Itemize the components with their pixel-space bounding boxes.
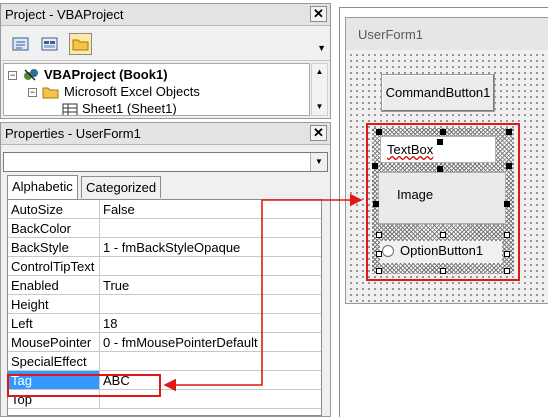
property-row-mousepointer[interactable]: MousePointer 0 - fmMousePointerDefault [8,333,321,352]
tree-label-project: VBAProject (Book1) [44,67,168,82]
toolbar-overflow-icon[interactable]: ▼ [317,43,326,53]
property-value[interactable]: 18 [103,314,117,332]
view-code-icon [12,37,29,51]
property-row-specialeffect[interactable]: SpecialEffect [8,352,321,371]
annotation-selected-controls [366,123,520,281]
view-object-icon [41,37,58,51]
property-name: Height [8,295,100,313]
collapse-icon[interactable]: − [8,71,17,80]
view-code-button[interactable] [9,33,32,55]
property-row-enabled[interactable]: Enabled True [8,276,321,295]
property-value[interactable]: 0 - fmMousePointerDefault [103,333,258,351]
vba-project-icon [24,69,38,81]
property-row-left[interactable]: Left 18 [8,314,321,333]
scroll-down-icon[interactable]: ▼ [312,99,327,115]
command-button-1[interactable]: CommandButton1 [381,74,495,112]
properties-pane-title: Properties - UserForm1 [5,126,141,141]
properties-pane: Properties - UserForm1 ✕ ▼ Alphabetic Ca… [0,122,331,417]
chevron-down-icon[interactable]: ▼ [310,153,327,171]
project-titlebar[interactable]: Project - VBAProject ✕ [1,4,330,26]
scroll-up-icon[interactable]: ▲ [312,64,327,80]
object-selector[interactable]: ▼ [3,152,328,172]
folder-icon [72,39,89,51]
project-toolbar: ▼ [1,27,330,61]
project-close-button[interactable]: ✕ [310,6,327,22]
property-name: AutoSize [8,200,100,218]
property-name: BackStyle [8,238,100,256]
property-row-controltiptext[interactable]: ControlTipText [8,257,321,276]
property-row-backcolor[interactable]: BackColor [8,219,321,238]
property-value[interactable]: False [103,200,135,218]
property-row-backstyle[interactable]: BackStyle 1 - fmBackStyleOpaque [8,238,321,257]
annotation-tag-row [7,374,161,397]
userform-title: UserForm1 [358,27,424,42]
property-name: Enabled [8,276,100,294]
worksheet-icon [62,103,78,115]
tree-label-sheet: Sheet1 (Sheet1) [82,101,177,116]
view-object-button[interactable] [38,33,61,55]
project-explorer-pane: Project - VBAProject ✕ ▼ − VBAProject (B… [0,3,331,119]
toggle-folders-button[interactable] [69,33,92,55]
tab-categorized[interactable]: Categorized [81,176,162,198]
property-name: Left [8,314,100,332]
property-value[interactable]: 1 - fmBackStyleOpaque [103,238,240,256]
folder-open-icon [42,87,59,99]
property-value[interactable]: True [103,276,129,294]
property-name: BackColor [8,219,100,237]
tree-label-folder: Microsoft Excel Objects [64,84,200,99]
property-name: MousePointer [8,333,100,351]
collapse-icon[interactable]: − [28,88,37,97]
property-row-height[interactable]: Height [8,295,321,314]
property-name: SpecialEffect [8,352,100,370]
project-pane-title: Project - VBAProject [5,7,124,22]
property-name: ControlTipText [8,257,100,275]
properties-titlebar[interactable]: Properties - UserForm1 ✕ [1,123,330,145]
project-tree-scrollbar[interactable]: ▲ ▼ [311,63,328,116]
properties-close-button[interactable]: ✕ [310,125,327,141]
project-tree: − VBAProject (Book1) − Microsoft Excel O… [3,63,310,116]
tab-alphabetic[interactable]: Alphabetic [7,175,78,199]
property-row-autosize[interactable]: AutoSize False [8,200,321,219]
userform-titlebar: UserForm1 [346,18,548,50]
